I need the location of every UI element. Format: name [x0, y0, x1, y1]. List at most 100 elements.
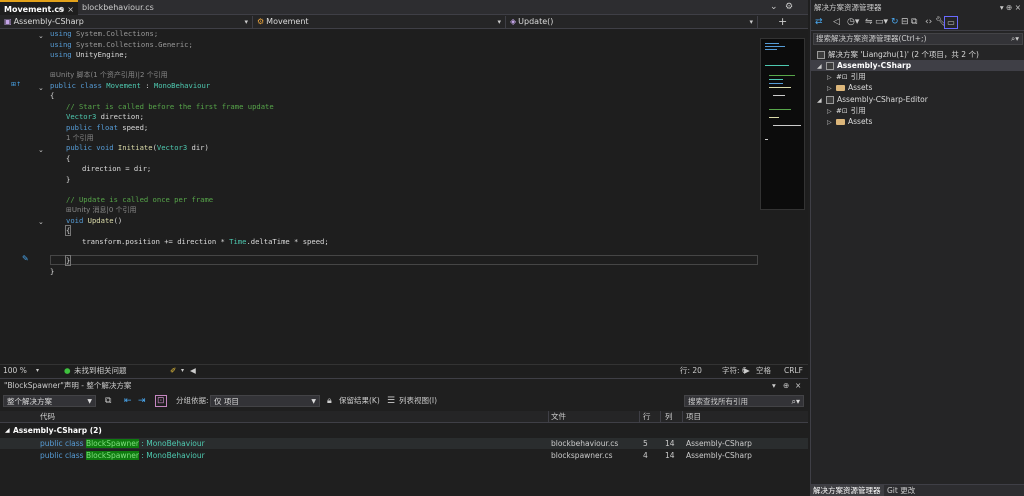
csharp-project-icon — [826, 62, 834, 70]
project-dropdown[interactable]: ▣ Assembly-CSharp ▾ — [0, 16, 253, 28]
line-number[interactable]: 行: 20 — [680, 365, 702, 376]
find-refs-search-input[interactable]: 搜索查找所有引用 ⌕▾ — [684, 395, 804, 407]
brush-icon[interactable]: ✐ — [170, 365, 176, 376]
scroll-left-icon[interactable]: ◀ — [190, 365, 196, 376]
tab-label: blockbehaviour.cs — [82, 3, 154, 12]
solution-search-input[interactable]: 搜索解决方案资源管理器(Ctrl+;) ⌕▾ — [813, 33, 1023, 45]
panel-toolbar: 整个解决方案 ▼ ⧉ ⇤ ⇥ ⊡ 分组依据: 仅 项目 ▼ 🔒︎ 保留结果(K) ☰… — [0, 393, 808, 409]
match-highlight: BlockSpawner — [85, 451, 139, 460]
tab-blockbehaviour-cs[interactable]: blockbehaviour.cs — [78, 0, 174, 15]
implementation-glyph-icon[interactable]: ⊞↑ — [11, 81, 21, 88]
result-row[interactable]: public class BlockSpawner : MonoBehaviou… — [0, 450, 808, 461]
close-icon[interactable]: × — [795, 379, 801, 392]
column-code[interactable]: 代码 — [40, 411, 55, 423]
sync-view-icon[interactable]: ⇄ — [815, 17, 823, 27]
member-dropdown[interactable]: ◈ Update() ▾ — [506, 16, 758, 28]
tree-references[interactable]: ▷ #⊡ 引用 — [827, 105, 866, 116]
results-header: 代码 文件 行 列 项目 — [0, 411, 808, 423]
spaces-indicator[interactable]: 空格 — [756, 365, 771, 376]
list-view-icon[interactable]: ☰ — [387, 395, 395, 407]
switch-views-icon[interactable]: ▭▾ — [875, 17, 888, 27]
edit-brush-icon[interactable]: ✎ — [22, 254, 29, 263]
result-line: 5 — [643, 439, 648, 448]
vertical-scrollbar[interactable] — [806, 29, 808, 361]
column-file[interactable]: 文件 — [551, 411, 566, 423]
code-minimap[interactable] — [760, 38, 805, 210]
code-comment: // Start is called before the first fram… — [66, 101, 274, 111]
code-view-icon[interactable]: ‹› — [925, 17, 932, 27]
search-icon: ⌕▾ — [1011, 34, 1019, 43]
expand-all-icon[interactable]: ⇥ — [138, 395, 146, 407]
line-ending-indicator[interactable]: CRLF — [784, 365, 803, 376]
char-number[interactable]: 字符: 6 — [722, 365, 747, 376]
collapse-icon[interactable]: ◢ — [817, 95, 826, 106]
code-line: } — [64, 255, 72, 266]
chevron-down-icon[interactable]: ▾ — [36, 365, 39, 376]
lock-icon[interactable]: 🔒︎ — [327, 395, 332, 407]
chevron-down-icon[interactable]: ▾ — [181, 365, 184, 376]
tree-project-assembly-csharp[interactable]: ◢ Assembly-CSharp — [811, 60, 1024, 71]
result-row[interactable]: public class BlockSpawner : MonoBehaviou… — [0, 438, 808, 449]
show-all-files-icon[interactable]: ⧉ — [911, 17, 917, 27]
refresh-icon[interactable]: ↻ — [891, 17, 899, 27]
tree-project-assembly-csharp-editor[interactable]: ◢ Assembly-CSharp-Editor — [817, 94, 928, 105]
column-col[interactable]: 列 — [665, 411, 673, 423]
preview-selected-icon[interactable]: ▭ — [944, 16, 958, 29]
zoom-level[interactable]: 100 % — [3, 365, 27, 376]
result-line: 4 — [643, 451, 648, 460]
group-by-dropdown[interactable]: 仅 项目 ▼ — [210, 395, 320, 407]
keep-results-button[interactable]: 保留结果(K) — [339, 395, 380, 407]
codelens-references[interactable]: ⊞Unity 脚本(1 个资产引用)|2 个引用 — [50, 70, 168, 80]
chevron-down-icon: ▼ — [311, 398, 316, 405]
collapse-all-icon[interactable]: ⇤ — [124, 395, 132, 407]
collapse-icon[interactable]: ⌄ — [38, 146, 44, 154]
editor-gutter: ⊞↑ ✎ ⌄ ⌄ ⌄ ⌄ — [0, 29, 48, 361]
tree-assets-folder[interactable]: ▷ Assets — [827, 82, 872, 93]
tree-solution[interactable]: 解决方案 'Liangzhu(1)' (2 个项目，共 2 个) — [817, 49, 979, 60]
class-dropdown[interactable]: ⚙ Movement ▾ — [253, 16, 506, 28]
copy-icon[interactable]: ⧉ — [105, 395, 111, 407]
expand-icon[interactable]: ▷ — [827, 83, 836, 94]
code-line: void Update() — [66, 215, 123, 225]
class-icon: ⚙ — [257, 17, 265, 26]
codelens-references[interactable]: 1 个引用 — [66, 133, 94, 143]
collapse-icon[interactable]: ◢ — [817, 61, 826, 72]
back-icon[interactable]: ◁ — [833, 17, 840, 27]
column-line[interactable]: 行 — [643, 411, 651, 423]
code-line: transform.position += direction * Time.d… — [82, 236, 329, 246]
tree-assets-folder[interactable]: ▷ Assets — [827, 116, 872, 127]
issues-status[interactable]: 未找到相关问题 — [74, 365, 127, 376]
collapse-all-icon[interactable]: ⊟ — [901, 17, 909, 27]
result-file: blockbehaviour.cs — [551, 439, 619, 448]
scope-dropdown[interactable]: 整个解决方案 ▼ — [3, 395, 96, 407]
solution-icon — [817, 51, 825, 59]
list-view-button[interactable]: 列表视图(I) — [399, 395, 437, 407]
chevron-down-icon[interactable]: ▾ — [772, 379, 776, 392]
collapse-icon[interactable]: ⌄ — [38, 32, 44, 40]
add-split-icon[interactable]: + — [778, 15, 787, 28]
tree-references[interactable]: ▷ #⊡ 引用 — [827, 71, 866, 82]
collapse-icon[interactable]: ⌄ — [38, 218, 44, 226]
chevron-down-icon: ▾ — [749, 18, 753, 26]
folder-icon — [836, 119, 845, 125]
filter-icon[interactable]: ⊡ — [155, 395, 167, 407]
history-icon[interactable]: ◷▾ — [847, 17, 859, 27]
pending-changes-icon[interactable]: ⇋ — [865, 17, 873, 27]
tab-solution-explorer[interactable]: 解决方案资源管理器 — [810, 485, 884, 496]
tab-git-changes[interactable]: Git 更改 — [884, 485, 918, 496]
results-group-row[interactable]: ◢ Assembly-CSharp (2) — [0, 425, 808, 437]
solution-explorer-title: 解决方案资源管理器 ▾ ⊕ × — [811, 0, 1024, 15]
expand-icon[interactable]: ▷ — [827, 117, 836, 128]
code-line: { — [64, 225, 72, 236]
collapse-icon[interactable]: ◢ — [5, 425, 10, 437]
code-line: { — [50, 91, 55, 100]
collapse-icon[interactable]: ⌄ — [38, 84, 44, 92]
chevron-down-icon[interactable]: ⌄ — [770, 0, 778, 15]
code-text-area[interactable]: using System.Collections; using System.C… — [48, 29, 758, 361]
tab-movement-cs[interactable]: Movement.cs ⊕ × — [0, 0, 78, 15]
pin-icon[interactable]: ⊕ — [783, 379, 789, 392]
codelens-references[interactable]: ⊞Unity 消息|0 个引用 — [66, 205, 137, 215]
column-project[interactable]: 项目 — [686, 411, 701, 423]
window-controls-icons[interactable]: ▾ ⊕ × — [1000, 0, 1021, 15]
gear-icon[interactable]: ⚙ — [785, 0, 793, 15]
